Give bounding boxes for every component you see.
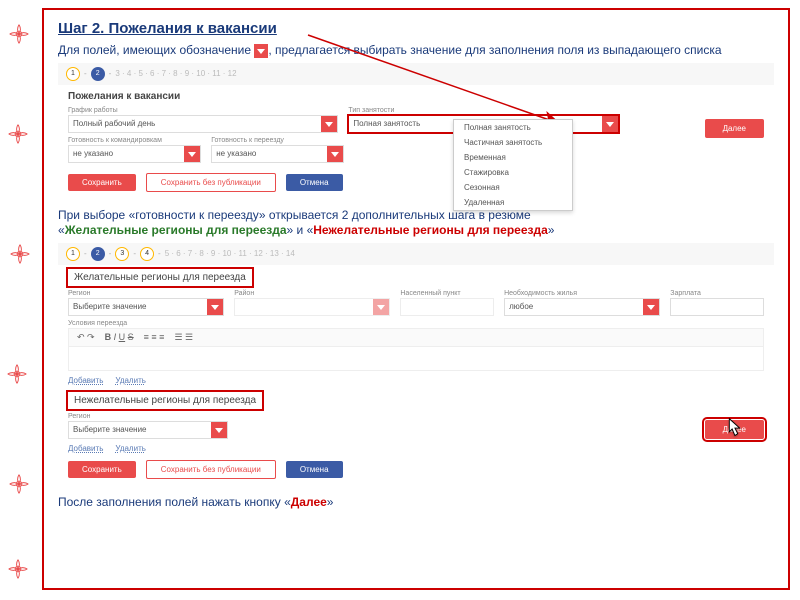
emp-type-label: Тип занятости	[348, 107, 618, 114]
district-label: Район	[234, 290, 390, 297]
region-label: Регион	[68, 290, 224, 297]
next-button[interactable]: Далее	[705, 119, 764, 138]
editor-toolbar[interactable]: ↶ ↷B I U S≡ ≡ ≡☰ ☰	[68, 328, 764, 347]
schedule-select[interactable]: Полный рабочий день	[68, 115, 338, 133]
main-frame: Шаг 2. Пожелания к вакансии Для полей, и…	[42, 8, 790, 590]
chevron-down-icon[interactable]	[602, 116, 618, 132]
save-nopub-button[interactable]: Сохранить без публикации	[146, 460, 276, 479]
step-2[interactable]: 2	[91, 247, 105, 261]
step-1[interactable]: 1	[66, 247, 80, 261]
page-title: Шаг 2. Пожелания к вакансии	[58, 20, 774, 37]
screenshot-2: 1- 2- 3- 4- 5 · 6 · 7 · 8 · 9 · 10 · 11 …	[58, 243, 774, 487]
step-2[interactable]: 2	[91, 67, 105, 81]
intro-text: Для полей, имеющих обозначение , предлаг…	[58, 43, 774, 59]
add-link[interactable]: Добавить	[68, 444, 103, 453]
menu-item[interactable]: Временная	[454, 150, 572, 165]
menu-item[interactable]: Стажировка	[454, 165, 572, 180]
chevron-down-icon[interactable]	[327, 146, 343, 162]
section-header: Пожелания к вакансии	[58, 85, 774, 105]
housing-select[interactable]: любое	[504, 298, 660, 316]
ready-biz-label: Готовность к командировкам	[68, 137, 201, 144]
note-2: При выборе «готовности к переезду» откры…	[58, 208, 774, 239]
menu-item[interactable]: Полная занятость	[454, 120, 572, 135]
highlight-red: Нежелательные регионы для переезда	[313, 223, 548, 237]
cursor-icon	[720, 415, 748, 443]
menu-item[interactable]: Удаленная	[454, 195, 572, 210]
stepper: 1- 2- 3 · 4 · 5 · 6 · 7 · 8 · 9 · 10 · 1…	[58, 63, 774, 85]
add-link[interactable]: Добавить	[68, 376, 103, 385]
salary-input[interactable]	[670, 298, 764, 316]
menu-item[interactable]: Частичная занятость	[454, 135, 572, 150]
ready-biz-select[interactable]: не указано	[68, 145, 201, 163]
cancel-button[interactable]: Отмена	[286, 461, 343, 478]
step-1[interactable]: 1	[66, 67, 80, 81]
chevron-down-icon[interactable]	[184, 146, 200, 162]
ready-move-select[interactable]: не указано	[211, 145, 344, 163]
cancel-button[interactable]: Отмена	[286, 174, 343, 191]
chevron-down-icon[interactable]	[211, 422, 227, 438]
delete-link[interactable]: Удалить	[115, 376, 146, 385]
ready-move-label: Готовность к переезду	[211, 137, 344, 144]
highlight-next: Далее	[291, 495, 327, 509]
salary-label: Зарплата	[670, 290, 764, 297]
region-select-2[interactable]: Выберите значение	[68, 421, 228, 439]
screenshot-1: 1- 2- 3 · 4 · 5 · 6 · 7 · 8 · 9 · 10 · 1…	[58, 63, 774, 200]
save-button[interactable]: Сохранить	[68, 174, 136, 191]
city-label: Населенный пункт	[400, 290, 494, 297]
chevron-down-icon[interactable]	[643, 299, 659, 315]
stepper: 1- 2- 3- 4- 5 · 6 · 7 · 8 · 9 · 10 · 11 …	[58, 243, 774, 265]
final-note: После заполнения полей нажать кнопку «Да…	[58, 495, 774, 509]
desired-regions-title: Желательные регионы для переезда	[68, 269, 252, 286]
region-select[interactable]: Выберите значение	[68, 298, 224, 316]
dropdown-icon	[254, 44, 268, 58]
undesired-regions-title: Нежелательные регионы для переезда	[68, 392, 262, 409]
intro-b: , предлагается выбирать значение для зап…	[268, 43, 721, 57]
chevron-down-icon[interactable]	[373, 299, 389, 315]
save-nopub-button[interactable]: Сохранить без публикации	[146, 173, 276, 192]
chevron-down-icon[interactable]	[207, 299, 223, 315]
delete-link[interactable]: Удалить	[115, 444, 146, 453]
editor-area[interactable]	[68, 347, 764, 371]
menu-item[interactable]: Сезонная	[454, 180, 572, 195]
conditions-label: Условия переезда	[68, 320, 764, 327]
intro-a: Для полей, имеющих обозначение	[58, 43, 254, 57]
save-button[interactable]: Сохранить	[68, 461, 136, 478]
schedule-label: График работы	[68, 107, 338, 114]
housing-label: Необходимость жилья	[504, 290, 660, 297]
city-select[interactable]	[400, 298, 494, 316]
district-select[interactable]	[234, 298, 390, 316]
region-label: Регион	[68, 413, 228, 420]
decoration-strip	[0, 0, 35, 600]
step-3[interactable]: 3	[115, 247, 129, 261]
chevron-down-icon[interactable]	[321, 116, 337, 132]
emp-type-menu[interactable]: Полная занятость Частичная занятость Вре…	[453, 119, 573, 211]
highlight-green: Желательные регионы для переезда	[65, 223, 287, 237]
step-4[interactable]: 4	[140, 247, 154, 261]
